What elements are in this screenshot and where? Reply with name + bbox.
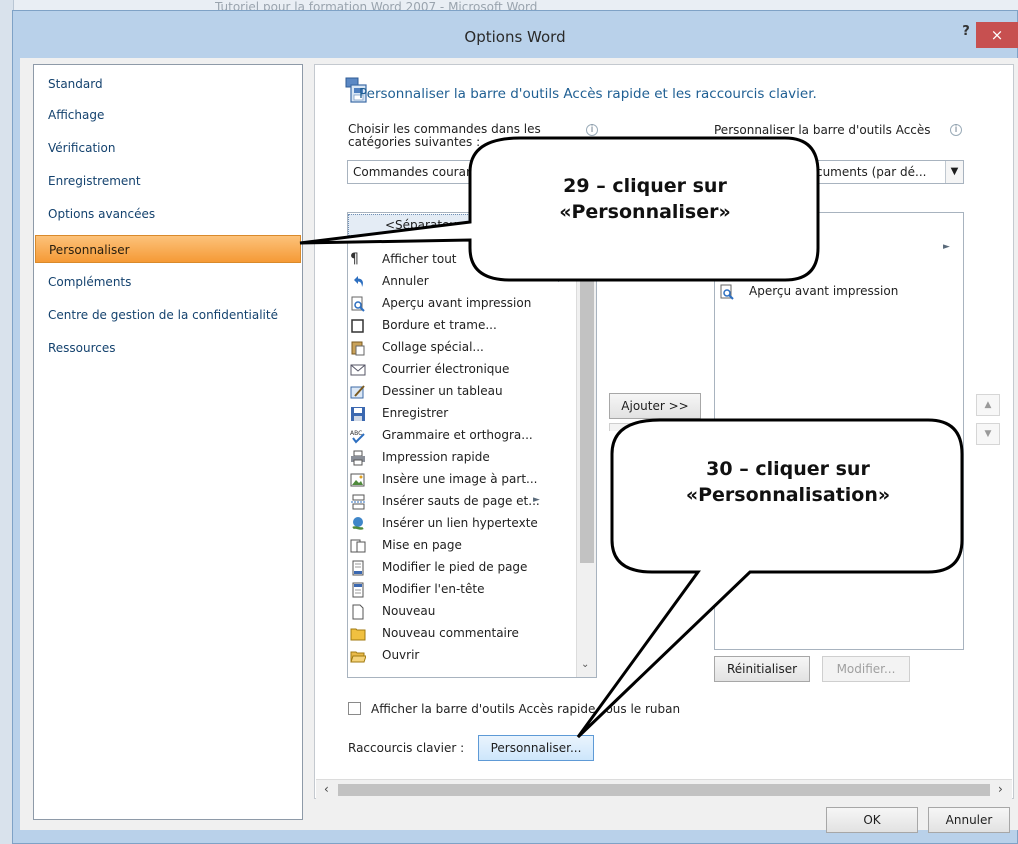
callout-2-line1: 30 – cliquer sur (706, 458, 870, 480)
callout-overlay (299, 136, 964, 739)
callout-2-text: 30 – cliquer sur «Personnalisation» (618, 456, 958, 508)
callout-1-line2: «Personnaliser» (559, 201, 731, 223)
callout-2-line2: «Personnalisation» (685, 484, 891, 506)
callout-1-text: 29 – cliquer sur «Personnaliser» (480, 173, 810, 225)
callout-1-line1: 29 – cliquer sur (563, 175, 727, 197)
